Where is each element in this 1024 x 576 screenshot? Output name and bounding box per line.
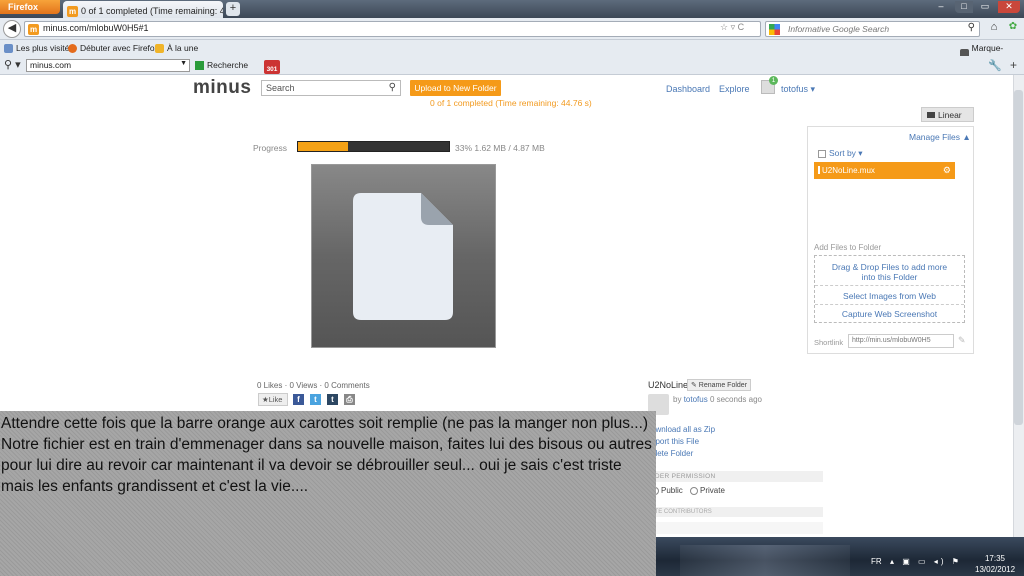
- progress-label: Progress: [253, 143, 288, 153]
- progress-text: 33% 1.62 MB / 4.87 MB: [455, 143, 545, 153]
- tab-title: 0 of 1 completed (Time remaining: 44.76.…: [81, 6, 223, 16]
- twitter-icon[interactable]: t: [310, 394, 321, 405]
- minus-logo[interactable]: minus: [193, 77, 251, 99]
- language-indicator[interactable]: FR: [871, 557, 882, 566]
- go-arrow-icon: [195, 60, 204, 70]
- owner-link[interactable]: totofus: [684, 395, 708, 404]
- minus-favicon-icon: m: [67, 5, 78, 17]
- capture-screenshot-link[interactable]: Capture Web Screenshot: [815, 309, 964, 319]
- drag-drop-link[interactable]: Drag & Drop Files to add more into this …: [815, 262, 964, 282]
- minimize-icon[interactable]: –: [932, 1, 950, 13]
- url-bar[interactable]: m minus.com/mlobuW0H5#1: [24, 21, 761, 37]
- progress-bar-fill: [298, 142, 348, 151]
- web-search-placeholder: Informative Google Search: [788, 24, 890, 34]
- restore-icon[interactable]: ▭: [976, 1, 994, 13]
- radio-icon: [690, 486, 698, 495]
- manage-files-link[interactable]: Manage Files ▲: [909, 132, 971, 142]
- print-icon[interactable]: ⎙: [344, 394, 355, 405]
- contributors-field[interactable]: [651, 522, 823, 534]
- dropdown-icon[interactable]: ▼: [180, 60, 187, 67]
- file-stats: 0 Likes · 0 Views · 0 Comments: [257, 381, 370, 390]
- upload-status-text: 0 of 1 completed (Time remaining: 44.76 …: [430, 98, 592, 108]
- firefox-icon: [68, 43, 77, 53]
- search-icon[interactable]: ⚲: [389, 82, 396, 93]
- report-file-link[interactable]: eport this File: [651, 437, 699, 446]
- shortlink-input[interactable]: http://min.us/mlobuW0H5: [848, 334, 954, 348]
- linear-view-icon: [927, 112, 935, 118]
- bookmark-getting-started[interactable]: Débuter avec Firefox: [68, 43, 159, 53]
- document-icon: [353, 193, 453, 320]
- facebook-icon[interactable]: f: [293, 394, 304, 405]
- maximize-icon[interactable]: □: [955, 1, 973, 13]
- bookmark-star-icon[interactable]: ☆ ▿ C: [720, 22, 744, 33]
- like-button[interactable]: ★Like: [258, 393, 288, 406]
- delete-folder-link[interactable]: elete Folder: [651, 449, 693, 458]
- add-files-label: Add Files to Folder: [814, 243, 882, 252]
- back-arrow-icon[interactable]: ◀: [3, 20, 21, 38]
- home-icon[interactable]: ⌂: [986, 21, 1002, 37]
- site-favicon-icon: m: [28, 24, 39, 35]
- private-radio[interactable]: Private: [690, 486, 725, 495]
- taskbar-highlight: [680, 545, 850, 576]
- toolbar-badge[interactable]: 301: [264, 60, 280, 74]
- select-all-checkbox[interactable]: [818, 149, 826, 158]
- add-toolbar-icon[interactable]: +: [1010, 58, 1017, 72]
- file-list-item[interactable]: U2NoLine.mux ⚙: [814, 162, 955, 179]
- web-search-input[interactable]: Informative Google Search ⚲: [765, 21, 980, 37]
- url-text: minus.com/mlobuW0H5#1: [43, 23, 149, 33]
- divider: [815, 285, 964, 286]
- contributors-heading: ATE CONTRIBUTORS: [651, 507, 823, 517]
- scrollbar-thumb[interactable]: [1014, 90, 1023, 425]
- toolbar-search-input[interactable]: minus.com ▼: [26, 59, 190, 72]
- upload-new-folder-button[interactable]: Upload to New Folder: [410, 80, 501, 96]
- sort-by-toggle[interactable]: Sort by ▾: [818, 148, 863, 159]
- divider: [815, 304, 964, 305]
- close-window-icon[interactable]: ✕: [998, 1, 1020, 13]
- bookmark-icon: [4, 43, 13, 53]
- folder-name: U2NoLine: [648, 380, 689, 390]
- toolbar-search-icon[interactable]: ⚲ ▾: [4, 58, 21, 71]
- browser-tab[interactable]: m 0 of 1 completed (Time remaining: 44.7…: [63, 1, 223, 18]
- user-menu[interactable]: totofus ▾: [781, 84, 815, 95]
- wrench-icon[interactable]: 🔧: [988, 59, 1002, 72]
- new-tab-button[interactable]: +: [226, 2, 240, 16]
- caption-text: Attendre cette fois que la barre orange …: [1, 415, 652, 495]
- rss-icon: [155, 43, 164, 53]
- file-settings-icon[interactable]: ⚙: [943, 165, 951, 176]
- shortlink-label: Shortlink: [814, 338, 844, 347]
- owner-line: by totofus 0 seconds ago: [673, 395, 762, 404]
- google-icon: [769, 24, 780, 35]
- clock[interactable]: 17:35 13/02/2012: [975, 553, 1015, 575]
- notification-badge[interactable]: 1: [769, 76, 778, 85]
- site-search-input[interactable]: Search ⚲: [261, 80, 401, 96]
- firefox-menu-button[interactable]: Firefox: [0, 0, 60, 14]
- select-images-link[interactable]: Select Images from Web: [815, 291, 964, 301]
- tumblr-icon[interactable]: t: [327, 394, 338, 405]
- download-zip-link[interactable]: ownload all as Zip: [651, 425, 715, 434]
- edit-pencil-icon[interactable]: ✎: [958, 335, 966, 346]
- file-marker-icon: [818, 166, 820, 174]
- bookmark-headlines[interactable]: À la une: [155, 43, 198, 53]
- nav-explore-link[interactable]: Explore: [719, 84, 750, 94]
- search-icon[interactable]: ⚲: [968, 22, 975, 33]
- rename-folder-button[interactable]: ✎ Rename Folder: [687, 379, 751, 391]
- folder-permission-heading: LDER PERMISSION: [651, 471, 823, 482]
- system-tray-icons[interactable]: ▴ ▣ ▭ ◂) ⚑: [890, 557, 962, 566]
- addon-icon[interactable]: ✿: [1005, 21, 1021, 37]
- nav-dashboard-link[interactable]: Dashboard: [666, 84, 710, 94]
- toolbar-recherche-button[interactable]: Recherche: [195, 60, 248, 70]
- linear-view-button[interactable]: Linear: [921, 107, 974, 122]
- bookmark-most-visited[interactable]: Les plus visités: [4, 43, 74, 53]
